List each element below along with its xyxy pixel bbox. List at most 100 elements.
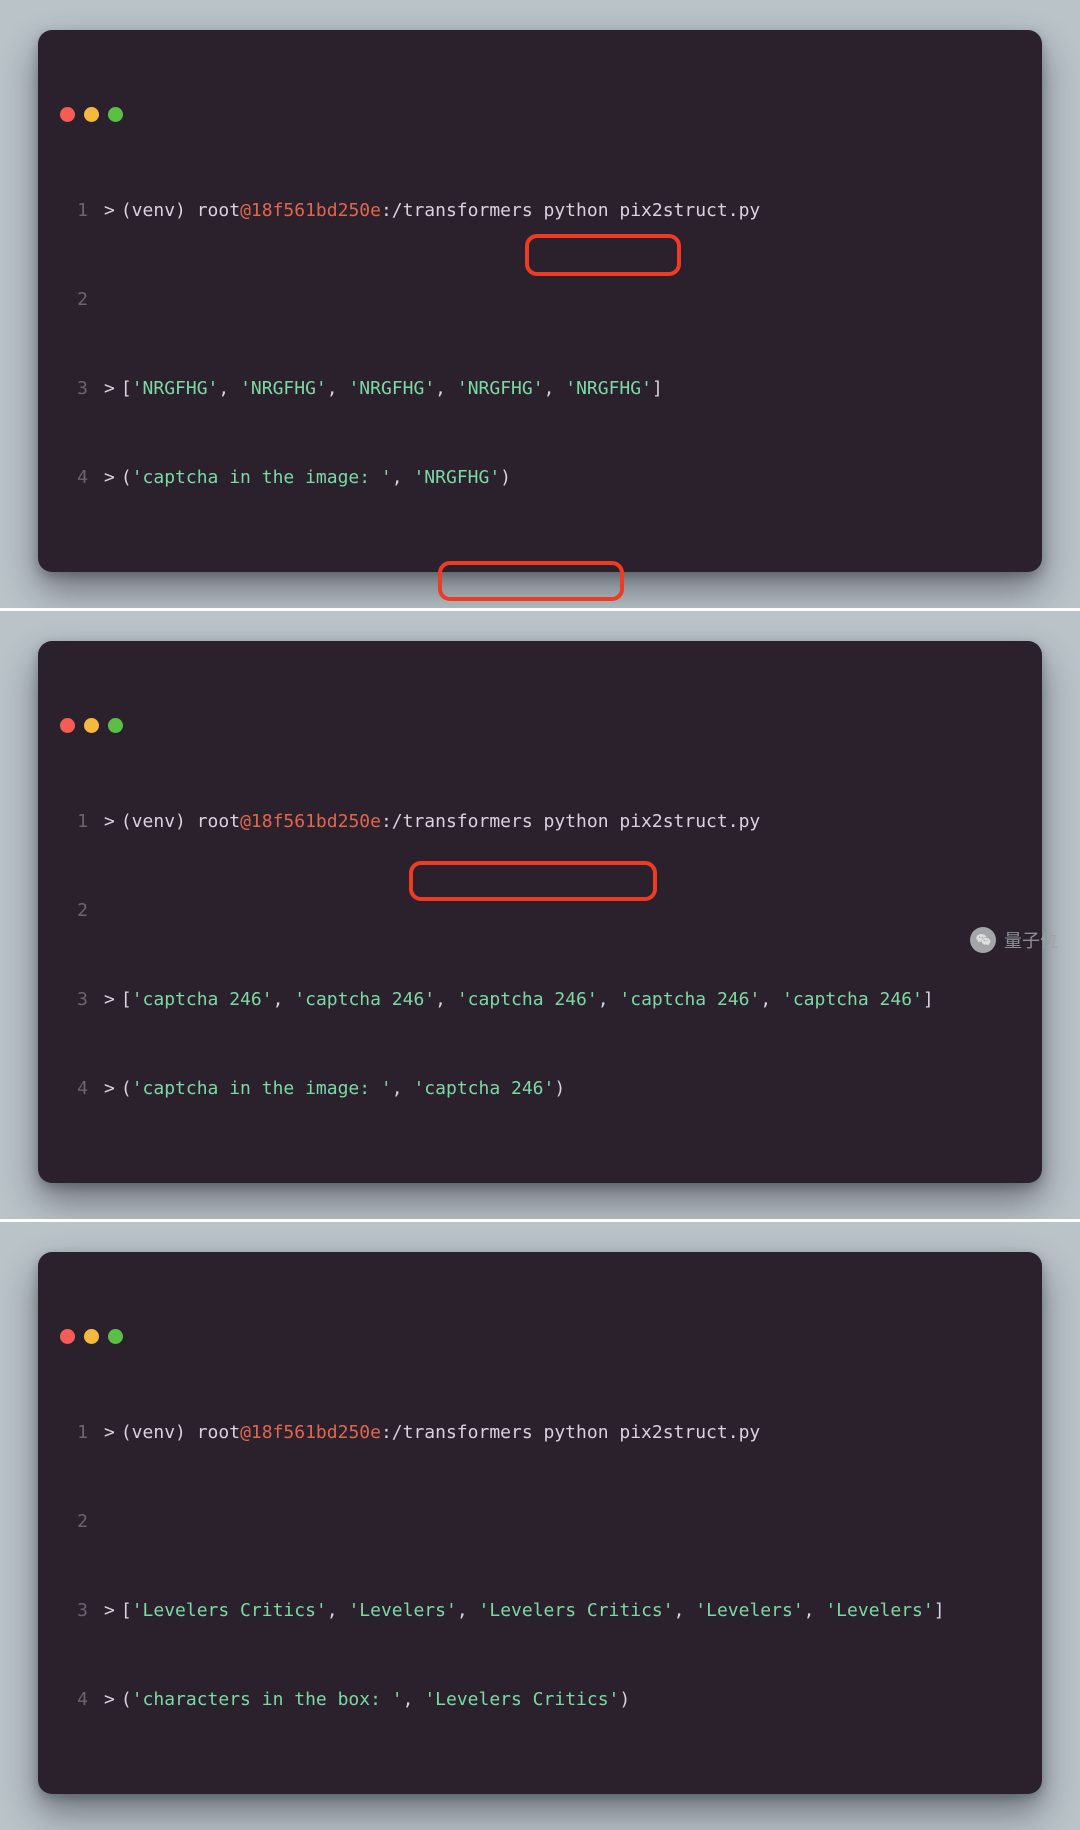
prompt-caret: >	[104, 1418, 115, 1448]
list-item: 'NRGFHG'	[240, 374, 327, 404]
prompt-caret: >	[104, 985, 115, 1015]
code-line-4: 4>('captcha in the image: ', 'NRGFHG')	[60, 463, 1020, 493]
tuple-close: )	[554, 1074, 565, 1104]
list-item: 'Levelers'	[695, 1596, 803, 1626]
line-number: 3	[60, 374, 88, 404]
background-panel-1: 1>(venv) root@18f561bd250e:/transformers…	[0, 0, 1080, 608]
list-item: 'NRGFHG'	[132, 374, 219, 404]
line-number: 2	[60, 285, 88, 315]
list-sep: ,	[327, 374, 349, 404]
list-item: 'Levelers Critics'	[132, 1596, 327, 1626]
line-number: 4	[60, 1685, 88, 1715]
line-number: 2	[60, 896, 88, 926]
terminal-window-2: 1>(venv) root@18f561bd250e:/transformers…	[38, 641, 1042, 1183]
tuple-value: 'NRGFHG'	[413, 463, 500, 493]
line-number: 1	[60, 1418, 88, 1448]
tuple-value: 'Levelers Critics'	[424, 1685, 619, 1715]
window-controls	[60, 1329, 1020, 1344]
prompt-caret: >	[104, 807, 115, 837]
tuple-label: 'captcha in the image: '	[132, 463, 392, 493]
code-line-4: 4>('captcha in the image: ', 'captcha 24…	[60, 1074, 1020, 1104]
prompt-caret: >	[104, 1685, 115, 1715]
list-close: ]	[934, 1596, 945, 1626]
prompt-host: 18f561bd250e	[251, 196, 381, 226]
source-watermark: 量子位	[970, 927, 1058, 953]
list-sep: ,	[457, 1596, 479, 1626]
tuple-label: 'characters in the box: '	[132, 1685, 403, 1715]
tuple-sep: ,	[392, 1074, 414, 1104]
list-open: [	[121, 1596, 132, 1626]
prompt-path: :/transformers python pix2struct.py	[381, 1418, 760, 1448]
maximize-icon	[108, 718, 123, 733]
code-line-2: 2	[60, 285, 1020, 315]
list-sep: ,	[804, 1596, 826, 1626]
prompt-path: :/transformers python pix2struct.py	[381, 807, 760, 837]
tuple-open: (	[121, 463, 132, 493]
list-sep: ,	[544, 374, 566, 404]
prompt-at: @	[240, 196, 251, 226]
code-line-4: 4 >('characters in the box: ', 'Levelers …	[60, 1685, 1020, 1715]
code-line-3: 3>['NRGFHG', 'NRGFHG', 'NRGFHG', 'NRGFHG…	[60, 374, 1020, 404]
tuple-close: )	[500, 463, 511, 493]
prompt-at: @	[240, 807, 251, 837]
list-sep: ,	[435, 374, 457, 404]
background-panel-2: 1>(venv) root@18f561bd250e:/transformers…	[0, 608, 1080, 1219]
prompt-venv: (venv) root	[121, 1418, 240, 1448]
line-number: 1	[60, 807, 88, 837]
background-panel-3: 1>(venv) root@18f561bd250e:/transformers…	[0, 1219, 1080, 1830]
code-line-3: 3>['Levelers Critics', 'Levelers', 'Leve…	[60, 1596, 1020, 1626]
tuple-close: )	[619, 1685, 630, 1715]
prompt-caret: >	[104, 463, 115, 493]
line-number: 4	[60, 463, 88, 493]
list-item: 'captcha 246'	[782, 985, 923, 1015]
list-item: 'captcha 246'	[619, 985, 760, 1015]
window-controls	[60, 107, 1020, 122]
prompt-at: @	[240, 1418, 251, 1448]
list-item: 'NRGFHG'	[565, 374, 652, 404]
prompt-venv: (venv) root	[121, 196, 240, 226]
list-item: 'NRGFHG'	[348, 374, 435, 404]
code-line-2: 2	[60, 1507, 1020, 1537]
list-item: 'captcha 246'	[457, 985, 598, 1015]
list-sep: ,	[674, 1596, 696, 1626]
maximize-icon	[108, 107, 123, 122]
list-item: 'captcha 246'	[132, 985, 273, 1015]
list-item: 'Levelers Critics'	[479, 1596, 674, 1626]
list-sep: ,	[598, 985, 620, 1015]
list-item: 'Levelers'	[825, 1596, 933, 1626]
prompt-caret: >	[104, 374, 115, 404]
list-close: ]	[652, 374, 663, 404]
tuple-open: (	[121, 1074, 132, 1104]
list-open: [	[121, 374, 132, 404]
close-icon	[60, 718, 75, 733]
list-open: [	[121, 985, 132, 1015]
maximize-icon	[108, 1329, 123, 1344]
prompt-caret: >	[104, 1596, 115, 1626]
close-icon	[60, 107, 75, 122]
terminal-window-1: 1>(venv) root@18f561bd250e:/transformers…	[38, 30, 1042, 572]
list-close: ]	[923, 985, 934, 1015]
tuple-value: 'captcha 246'	[413, 1074, 554, 1104]
line-number: 2	[60, 1507, 88, 1537]
code-line-1: 1>(venv) root@18f561bd250e:/transformers…	[60, 196, 1020, 226]
list-sep: ,	[327, 1596, 349, 1626]
code-line-1: 1 >(venv) root@18f561bd250e:/transformers…	[60, 1418, 1020, 1448]
prompt-venv: (venv) root	[121, 807, 240, 837]
list-sep: ,	[273, 985, 295, 1015]
list-sep: ,	[218, 374, 240, 404]
terminal-window-3: 1>(venv) root@18f561bd250e:/transformers…	[38, 1252, 1042, 1794]
window-controls	[60, 718, 1020, 733]
list-item: 'Levelers'	[348, 1596, 456, 1626]
line-number: 1	[60, 196, 88, 226]
close-icon	[60, 1329, 75, 1344]
prompt-host: 18f561bd250e	[251, 1418, 381, 1448]
watermark-text: 量子位	[1004, 927, 1058, 953]
prompt-caret: >	[104, 1074, 115, 1104]
tuple-sep: ,	[403, 1685, 425, 1715]
list-sep: ,	[760, 985, 782, 1015]
code-line-2: 2	[60, 896, 1020, 926]
tuple-open: (	[121, 1685, 132, 1715]
minimize-icon	[84, 718, 99, 733]
list-item: 'NRGFHG'	[457, 374, 544, 404]
list-item: 'captcha 246'	[294, 985, 435, 1015]
